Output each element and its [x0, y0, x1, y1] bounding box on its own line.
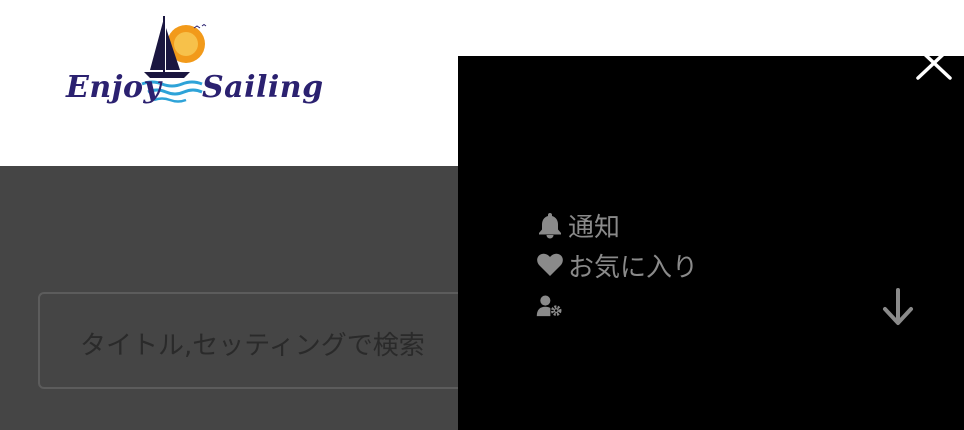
side-drawer: 通知 お気に入り	[458, 46, 964, 430]
logo-word-sailing: Sailing	[202, 70, 324, 105]
scroll-down-button[interactable]	[880, 288, 916, 328]
search-placeholder: タイトル,セッティングで検索	[80, 331, 425, 361]
menu-item-notifications[interactable]: 通知	[536, 209, 621, 243]
menu-label-favorites: お気に入り	[568, 252, 699, 283]
user-settings-icon	[536, 292, 564, 320]
close-icon	[916, 46, 952, 80]
menu-item-favorites[interactable]: お気に入り	[536, 249, 699, 283]
logo-word-enjoy: Enjoy	[66, 70, 162, 105]
arrow-down-icon	[883, 288, 913, 325]
menu-item-account-settings[interactable]	[536, 290, 568, 322]
heart-icon	[536, 251, 564, 279]
bell-icon	[536, 211, 564, 239]
menu-label-notifications: 通知	[568, 212, 621, 243]
enjoy-sailing-logo[interactable]: Enjoy Sailing	[66, 14, 323, 110]
search-input[interactable]: タイトル,セッティングで検索	[38, 292, 478, 389]
close-button[interactable]	[914, 46, 956, 82]
